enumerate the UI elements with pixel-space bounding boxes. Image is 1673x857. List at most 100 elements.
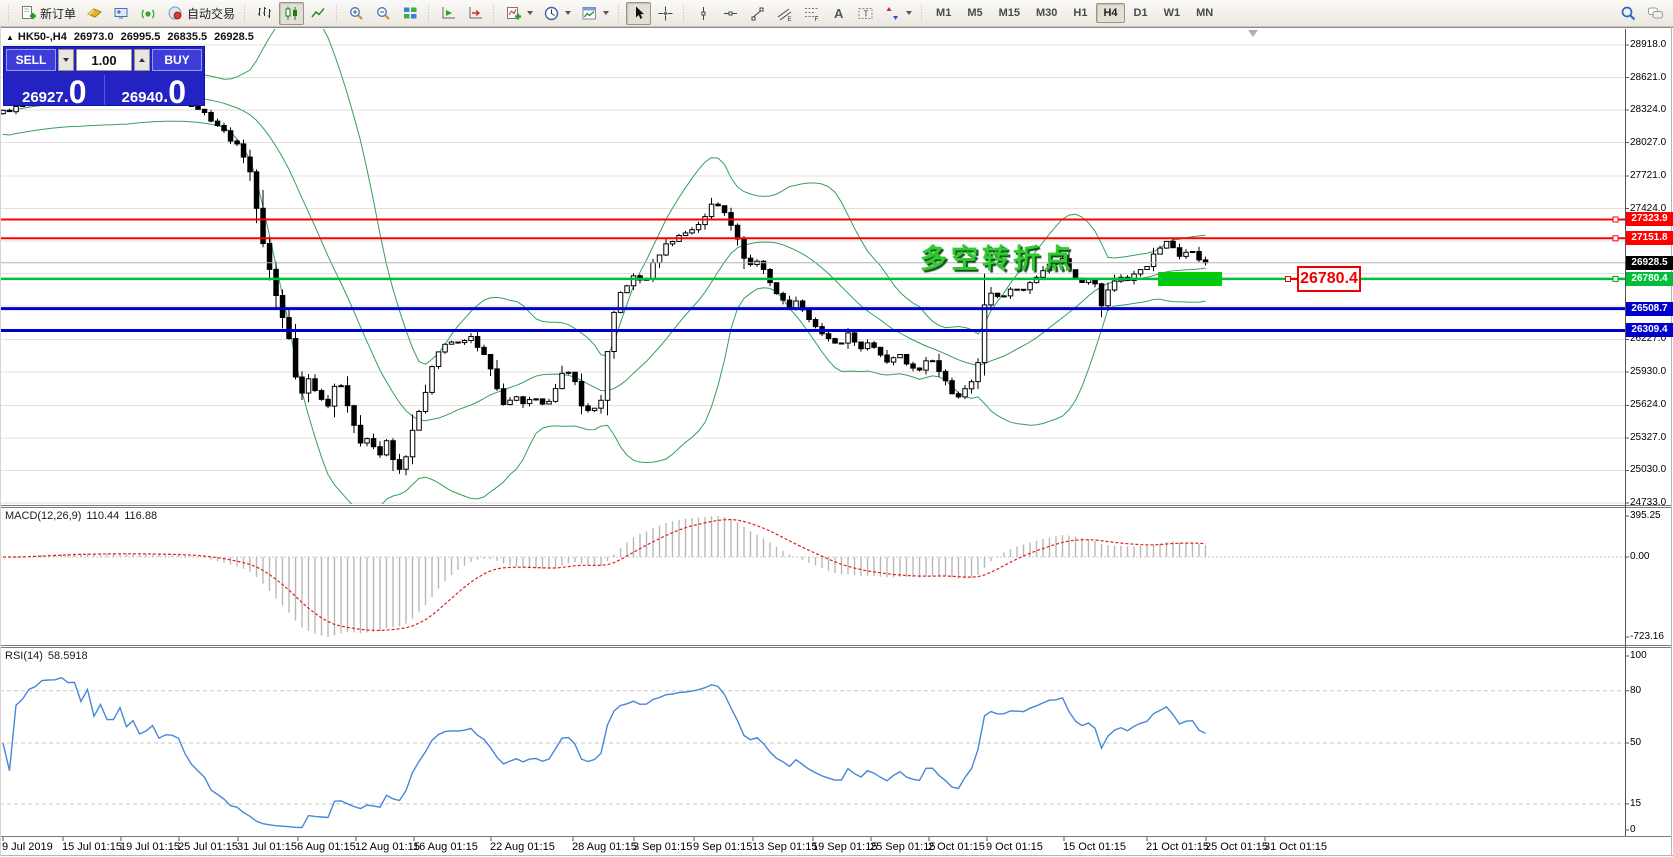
rsi-scale-label: 0 bbox=[1630, 823, 1636, 837]
periods-button[interactable] bbox=[539, 2, 575, 25]
tile-windows-icon bbox=[402, 5, 419, 22]
channel-button[interactable]: E bbox=[772, 2, 797, 25]
crosshair-button[interactable] bbox=[653, 2, 678, 25]
timeframe-w1-button[interactable]: W1 bbox=[1157, 3, 1188, 23]
zoom-out-icon bbox=[375, 5, 392, 22]
timeframe-m1-button[interactable]: M1 bbox=[929, 3, 958, 23]
arrows-button[interactable] bbox=[880, 2, 916, 25]
price-tick-label: 27721.0 bbox=[1630, 169, 1666, 183]
timeframe-h4-button[interactable]: H4 bbox=[1096, 3, 1124, 23]
chart-shift-icon bbox=[467, 5, 484, 22]
candlestick-chart-button[interactable] bbox=[279, 2, 304, 25]
vertical-line-button[interactable] bbox=[691, 2, 716, 25]
chart-annotation-text[interactable]: 多空转折点 bbox=[920, 237, 1075, 276]
buy-price[interactable]: 26940.0 bbox=[106, 73, 203, 107]
candlestick-chart-icon bbox=[283, 5, 300, 22]
price-callout-label[interactable]: 26780.4 bbox=[1297, 266, 1361, 292]
new-order-button[interactable]: 新订单 bbox=[16, 2, 80, 25]
label-button[interactable]: T bbox=[853, 2, 878, 25]
timeframe-m5-button[interactable]: M5 bbox=[960, 3, 989, 23]
ohlc-open: 26973.0 bbox=[74, 31, 114, 43]
time-tick-label: 13 Sep 01:15 bbox=[752, 841, 817, 853]
toolbar-grip bbox=[491, 4, 496, 22]
history-center-button[interactable] bbox=[82, 2, 107, 25]
search-icon bbox=[1620, 5, 1637, 22]
tile-windows-button[interactable] bbox=[398, 2, 423, 25]
one-click-trading-panel: SELL 1.00 BUY 26927.0 26940.0 bbox=[3, 46, 205, 106]
macd-name: MACD(12,26,9) bbox=[5, 510, 81, 522]
timeframe-d1-button[interactable]: D1 bbox=[1127, 3, 1155, 23]
macd-indicator-label: MACD(12,26,9)110.44116.88 bbox=[5, 510, 162, 522]
indicators-button[interactable] bbox=[501, 2, 537, 25]
volume-decrease-button[interactable] bbox=[58, 49, 74, 71]
ohlc-close: 26928.5 bbox=[214, 31, 254, 43]
timeframe-h1-button[interactable]: H1 bbox=[1066, 3, 1094, 23]
auto-scroll-icon bbox=[440, 5, 457, 22]
autotrading-button-label: 自动交易 bbox=[187, 5, 235, 22]
trendline-button[interactable] bbox=[745, 2, 770, 25]
line-price-label: 26309.4 bbox=[1626, 323, 1673, 337]
horizontal-line-button[interactable] bbox=[718, 2, 743, 25]
rsi-name: RSI(14) bbox=[5, 650, 43, 662]
signals-button[interactable] bbox=[136, 2, 161, 25]
new-order-button-label: 新订单 bbox=[40, 5, 76, 22]
macd-scale-label: -723.16 bbox=[1630, 630, 1664, 644]
time-tick-label: 16 Aug 01:15 bbox=[413, 841, 478, 853]
line-price-label: 27151.8 bbox=[1626, 231, 1673, 245]
time-tick-label: 15 Oct 01:15 bbox=[1063, 841, 1126, 853]
time-tick-label: 21 Oct 01:15 bbox=[1146, 841, 1209, 853]
price-chart-canvas[interactable] bbox=[0, 0, 1673, 857]
chevron-down-icon bbox=[63, 58, 69, 62]
sell-button[interactable]: SELL bbox=[6, 49, 56, 71]
time-tick-label: 25 Sep 01:15 bbox=[870, 841, 935, 853]
line-price-label: 26508.7 bbox=[1626, 302, 1673, 316]
svg-text:F: F bbox=[815, 16, 819, 22]
volume-increase-button[interactable] bbox=[134, 49, 150, 71]
search-button[interactable] bbox=[1616, 2, 1641, 25]
macd-scale-label: 0.00 bbox=[1630, 550, 1649, 564]
fibonacci-button[interactable]: F bbox=[799, 2, 824, 25]
zoom-in-icon bbox=[348, 5, 365, 22]
time-tick-label: 2 Oct 01:15 bbox=[928, 841, 985, 853]
chevron-down-icon bbox=[603, 11, 609, 15]
history-center-icon bbox=[86, 5, 103, 22]
community-button[interactable] bbox=[1643, 2, 1668, 25]
toolbar-grip bbox=[919, 4, 924, 22]
price-tick-label: 25327.0 bbox=[1630, 431, 1666, 445]
mt4-window: 新订单自动交易EFATM1M5M15M30H1H4D1W1MN ▲HK50-,H… bbox=[0, 0, 1673, 857]
crosshair-icon bbox=[657, 5, 674, 22]
zoom-out-button[interactable] bbox=[371, 2, 396, 25]
sell-price[interactable]: 26927.0 bbox=[6, 73, 103, 107]
templates-button[interactable] bbox=[577, 2, 613, 25]
ohlc-high: 26995.5 bbox=[121, 31, 161, 43]
timeframe-mn-button[interactable]: MN bbox=[1189, 3, 1220, 23]
bar-chart-icon bbox=[256, 5, 273, 22]
collapse-icon[interactable]: ▲ bbox=[6, 33, 14, 42]
line-chart-icon bbox=[310, 5, 327, 22]
svg-text:T: T bbox=[864, 9, 869, 18]
text-button[interactable]: A bbox=[826, 2, 851, 25]
auto-scroll-button[interactable] bbox=[436, 2, 461, 25]
time-tick-label: 25 Jul 01:15 bbox=[178, 841, 238, 853]
line-chart-button[interactable] bbox=[306, 2, 331, 25]
market-watch-button[interactable] bbox=[109, 2, 134, 25]
rsi-scale-label: 100 bbox=[1630, 649, 1647, 663]
cursor-button[interactable] bbox=[626, 2, 651, 25]
time-tick-label: 25 Oct 01:15 bbox=[1205, 841, 1268, 853]
bar-chart-button[interactable] bbox=[252, 2, 277, 25]
time-tick-label: 15 Jul 01:15 bbox=[62, 841, 122, 853]
text-icon: A bbox=[830, 5, 847, 22]
timeframe-m30-button[interactable]: M30 bbox=[1029, 3, 1064, 23]
buy-button[interactable]: BUY bbox=[152, 49, 202, 71]
timeframe-m15-button[interactable]: M15 bbox=[992, 3, 1027, 23]
chevron-down-icon bbox=[565, 11, 571, 15]
chart-shift-button[interactable] bbox=[463, 2, 488, 25]
price-tick-label: 25624.0 bbox=[1630, 398, 1666, 412]
autotrading-button[interactable]: 自动交易 bbox=[163, 2, 239, 25]
volume-input[interactable]: 1.00 bbox=[76, 49, 132, 71]
time-tick-label: 12 Aug 01:15 bbox=[355, 841, 420, 853]
zoom-in-button[interactable] bbox=[344, 2, 369, 25]
market-watch-icon bbox=[113, 5, 130, 22]
time-tick-label: 31 Jul 01:15 bbox=[237, 841, 297, 853]
divider bbox=[104, 75, 105, 105]
